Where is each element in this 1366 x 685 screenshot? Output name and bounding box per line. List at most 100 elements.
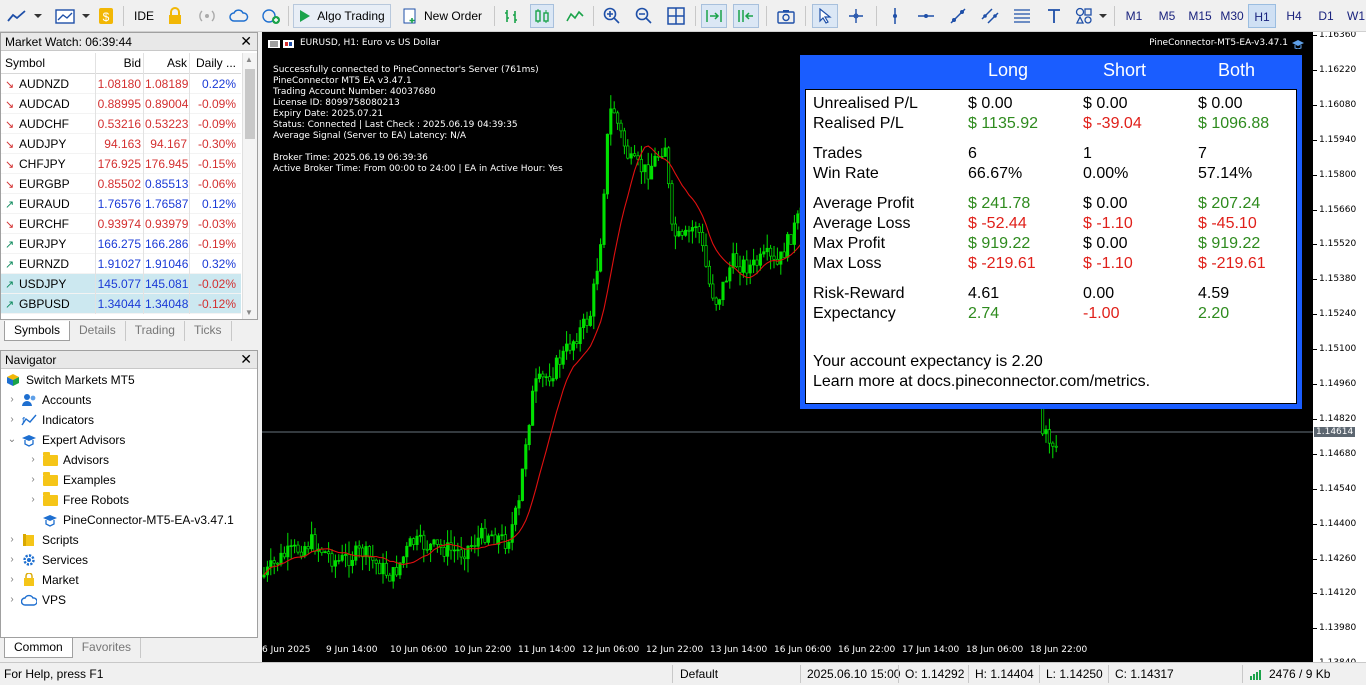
chart-shift-icon[interactable]: [733, 4, 759, 28]
nav-tab-common[interactable]: Common: [4, 638, 73, 658]
vertical-line-icon[interactable]: [884, 4, 906, 28]
timeframe-d1[interactable]: D1: [1312, 4, 1340, 28]
cloud-icon[interactable]: [228, 4, 250, 28]
market-watch-row[interactable]: ↘ AUDNZD 1.08180 1.08189 0.22%: [1, 74, 241, 94]
scroll-up-icon[interactable]: ▲: [245, 55, 253, 64]
price-axis[interactable]: 1.16360 1.16220 1.16080 1.15940 1.15800 1.156…: [1313, 32, 1366, 662]
timeframe-m30[interactable]: M30: [1216, 4, 1248, 28]
lock-icon[interactable]: [164, 4, 186, 28]
nav-scripts[interactable]: › Scripts: [7, 530, 78, 550]
timeframe-h4[interactable]: H4: [1280, 4, 1308, 28]
market-watch-row[interactable]: ↘ AUDCAD 0.88995 0.89004 -0.09%: [1, 94, 241, 114]
globe-plus-icon[interactable]: [260, 4, 282, 28]
status-connection[interactable]: 2476 / 9 Kb: [1250, 667, 1330, 681]
mw-tab-trading[interactable]: Trading: [126, 321, 185, 341]
candle-body: [741, 259, 745, 273]
market-watch-scrollbar[interactable]: ▲ ▼: [242, 53, 257, 319]
text-icon[interactable]: [1042, 4, 1066, 28]
new-order-button[interactable]: New Order: [397, 4, 487, 28]
column-symbol[interactable]: Symbol: [5, 56, 45, 70]
nav-services[interactable]: › Services: [7, 550, 88, 570]
chevron-down-icon[interactable]: [32, 4, 44, 28]
daily-change-cell: -0.30%: [197, 137, 236, 151]
market-watch-row[interactable]: ↘ EURGBP 0.85502 0.85513 -0.06%: [1, 174, 241, 194]
timeframe-w1[interactable]: W1: [1344, 4, 1366, 28]
chevron-down-icon[interactable]: [1097, 4, 1109, 28]
bar-chart-icon[interactable]: [500, 4, 524, 28]
ide-button[interactable]: IDE: [128, 4, 160, 28]
autoscroll-icon[interactable]: [701, 4, 727, 28]
nav-market[interactable]: › Market: [7, 570, 79, 590]
horizontal-line-icon[interactable]: [914, 4, 938, 28]
nav-accounts[interactable]: › Accounts: [7, 390, 91, 410]
market-watch-row[interactable]: ↗ GBPUSD 1.34044 1.34048 -0.12%: [1, 294, 241, 314]
metric-label: Max Loss: [813, 255, 882, 272]
column-daily-change[interactable]: Daily ...: [191, 56, 236, 70]
time-tick-label: 16 Jun 06:00: [774, 645, 832, 655]
candle-body: [531, 390, 535, 426]
nav-tab-favorites[interactable]: Favorites: [73, 638, 142, 658]
metric-long-value: $ 241.78: [968, 195, 1031, 212]
candle-body: [262, 574, 266, 578]
navigator-root[interactable]: Switch Markets MT5: [5, 370, 135, 390]
channel-icon[interactable]: [978, 4, 1002, 28]
scroll-down-icon[interactable]: ▼: [245, 308, 253, 317]
candle-body: [425, 548, 429, 551]
chart-window-icon[interactable]: [52, 4, 78, 28]
time-tick-label: 10 Jun 06:00: [390, 645, 448, 655]
nav-expert-advisors[interactable]: ⌄ Expert Advisors: [7, 430, 126, 450]
zoom-in-icon[interactable]: [600, 4, 624, 28]
close-icon[interactable]: ✕: [240, 351, 252, 368]
timeframe-h1[interactable]: H1: [1248, 4, 1276, 28]
scripts-icon: [21, 533, 37, 547]
market-watch-row[interactable]: ↘ AUDCHF 0.53216 0.53223 -0.09%: [1, 114, 241, 134]
column-ask[interactable]: Ask: [145, 56, 187, 70]
line-icon[interactable]: [563, 4, 587, 28]
mw-tab-symbols[interactable]: Symbols: [4, 321, 71, 341]
status-profile[interactable]: Default: [680, 667, 718, 681]
chevron-down-icon[interactable]: [80, 4, 92, 28]
nav-indicators[interactable]: › f Indicators: [7, 410, 94, 430]
time-axis[interactable]: 6 Jun 2025 9 Jun 14:00 10 Jun 06:00 10 Jun …: [262, 640, 1313, 662]
symbol-cell: ↘ AUDNZD: [5, 77, 69, 91]
nav-free-robots[interactable]: › Free Robots: [28, 490, 129, 510]
nav-examples[interactable]: › Examples: [28, 470, 116, 490]
candle-body: [551, 378, 555, 382]
cursor-icon[interactable]: [812, 4, 838, 28]
shapes-icon[interactable]: [1072, 4, 1096, 28]
tile-windows-icon[interactable]: [664, 4, 688, 28]
zoom-out-icon[interactable]: [632, 4, 656, 28]
fibonacci-icon[interactable]: [1010, 4, 1034, 28]
signal-icon[interactable]: [196, 4, 218, 28]
screenshot-icon[interactable]: [774, 4, 798, 28]
scrollbar-thumb[interactable]: [245, 69, 255, 139]
column-bid[interactable]: Bid: [97, 56, 141, 70]
market-watch-row[interactable]: ↗ EURNZD 1.91027 1.91046 0.32%: [1, 254, 241, 274]
market-watch-row[interactable]: ↗ USDJPY 145.077 145.081 -0.02%: [1, 274, 241, 294]
market-watch-row[interactable]: ↗ EURAUD 1.76576 1.76587 0.12%: [1, 194, 241, 214]
ea-info-line: [273, 142, 563, 153]
trendline-icon[interactable]: [946, 4, 970, 28]
timeframe-m1[interactable]: M1: [1120, 4, 1148, 28]
metric-short-value: 0.00: [1083, 285, 1115, 302]
market-watch-row[interactable]: ↘ CHFJPY 176.925 176.945 -0.15%: [1, 154, 241, 174]
ea-label[interactable]: PineConnector-MT5-EA-v3.47.1: [1149, 38, 1304, 49]
crosshair-icon[interactable]: [844, 4, 868, 28]
nav-advisors[interactable]: › Advisors: [28, 450, 109, 470]
market-watch-row[interactable]: ↘ EURCHF 0.93974 0.93979 -0.03%: [1, 214, 241, 234]
timeframe-m15[interactable]: M15: [1184, 4, 1216, 28]
algo-trading-button[interactable]: Algo Trading: [293, 4, 391, 28]
dollar-icon[interactable]: $: [95, 4, 117, 28]
bid-cell: 0.85502: [97, 177, 141, 191]
candlestick-icon[interactable]: [530, 4, 554, 28]
mw-tab-ticks[interactable]: Ticks: [185, 321, 232, 341]
expand-icon: ›: [10, 534, 14, 545]
market-watch-row[interactable]: ↘ AUDJPY 94.163 94.167 -0.30%: [1, 134, 241, 154]
close-icon[interactable]: ✕: [240, 33, 252, 50]
market-watch-row[interactable]: ↗ EURJPY 166.275 166.286 -0.19%: [1, 234, 241, 254]
mw-tab-details[interactable]: Details: [70, 321, 126, 341]
nav-vps[interactable]: › VPS: [7, 590, 66, 610]
nav-pineconnector-ea[interactable]: PineConnector-MT5-EA-v3.47.1: [42, 510, 234, 530]
line-chart-icon[interactable]: [4, 4, 30, 28]
timeframe-m5[interactable]: M5: [1152, 4, 1182, 28]
